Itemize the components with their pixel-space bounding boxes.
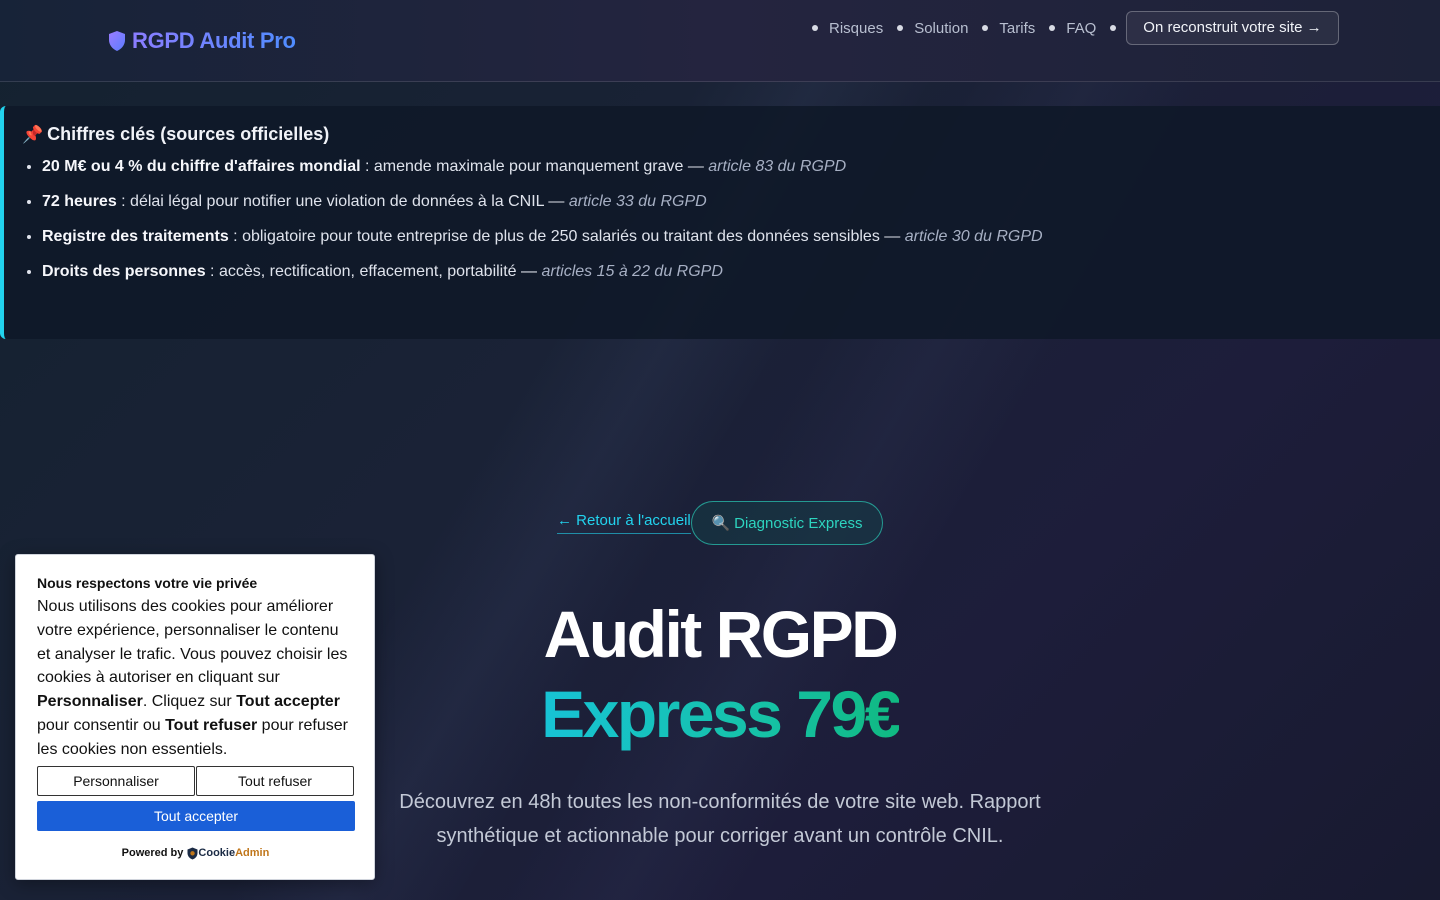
nav-label: Solution: [914, 19, 969, 37]
magnifier-icon: 🔍: [711, 515, 731, 532]
accept-all-button[interactable]: Tout accepter: [37, 800, 355, 831]
site-header: RGPD Audit Pro Risques Solution Tarifs F…: [0, 0, 1440, 82]
list-item: 72 heures : délai légal pour notifier un…: [42, 192, 1440, 212]
brand-part2: Admin: [235, 847, 270, 860]
hero-subtitle: Découvrez en 48h toutes les non-conformi…: [399, 791, 1041, 847]
cookie-button-row: Personnaliser Tout refuser: [37, 765, 354, 796]
cookie-text-part: . Cliquez sur: [142, 693, 237, 711]
figure-text: : obligatoire pour toute entreprise de p…: [228, 228, 905, 245]
cookie-title: Nous respectons votre vie privée: [37, 575, 258, 591]
nav-item-faq[interactable]: FAQ: [1049, 20, 1096, 37]
figure-label: 72 heures: [42, 193, 117, 210]
key-figures-list: 20 M€ ou 4 % du chiffre d'affaires mondi…: [22, 157, 1440, 282]
brand-part1: Cookie: [198, 847, 236, 860]
figure-source: article 30 du RGPD: [904, 228, 1043, 245]
cookie-text-part: pour consentir ou: [37, 716, 166, 734]
figure-text: : amende maximale pour manquement grave …: [360, 158, 709, 175]
reject-all-button[interactable]: Tout refuser: [196, 765, 354, 796]
shield-icon: [109, 31, 125, 51]
diagnostic-express-badge: 🔍 Diagnostic Express: [691, 501, 883, 545]
figure-text: : délai légal pour notifier une violatio…: [116, 193, 569, 210]
cookie-text-bold: Tout accepter: [236, 693, 340, 711]
figure-label: 20 M€ ou 4 % du chiffre d'affaires mondi…: [42, 158, 361, 175]
nav-label: Risques: [829, 19, 884, 37]
figure-source: article 33 du RGPD: [568, 193, 707, 210]
nav-item-tarifs[interactable]: Tarifs: [982, 20, 1035, 37]
cookie-text-bold: Personnaliser: [37, 693, 143, 711]
figure-source: article 83 du RGPD: [708, 158, 847, 175]
rebuild-site-button[interactable]: On reconstruit votre site →: [1126, 11, 1339, 45]
figure-label: Registre des traitements: [42, 228, 229, 245]
cookie-text: Nous utilisons des cookies pour améliore…: [37, 595, 354, 762]
bullet-icon: [1110, 25, 1117, 31]
powered-by: Powered by Cookie Admin: [37, 847, 354, 860]
nav-item-risques[interactable]: Risques: [812, 20, 883, 37]
figure-label: Droits des personnes: [42, 263, 206, 280]
figure-text: : accès, rectification, effacement, port…: [205, 263, 542, 280]
customize-button[interactable]: Personnaliser: [37, 765, 195, 796]
cookieadmin-shield-icon: [187, 847, 198, 860]
list-item: Droits des personnes : accès, rectificat…: [42, 262, 1440, 282]
price-text: Express 79€: [541, 677, 901, 751]
nav-label: FAQ: [1066, 19, 1097, 37]
list-item: Registre des traitements : obligatoire p…: [42, 227, 1440, 247]
bullet-icon: [812, 25, 818, 31]
figure-source: articles 15 à 22 du RGPD: [541, 263, 723, 280]
list-item: 20 M€ ou 4 % du chiffre d'affaires mondi…: [42, 157, 1440, 177]
nav-item-solution[interactable]: Solution: [897, 20, 968, 37]
cookie-text-bold: Tout refuser: [165, 716, 258, 734]
brand-name: RGPD Audit Pro: [132, 28, 296, 53]
key-figures-panel: 📌Chiffres clés (sources officielles) 20 …: [0, 106, 1440, 339]
bullet-icon: [1049, 25, 1056, 31]
cookieadmin-logo[interactable]: Cookie Admin: [187, 847, 269, 860]
cookie-text-part: Nous utilisons des cookies pour améliore…: [37, 598, 348, 687]
nav-label: Tarifs: [999, 19, 1036, 37]
back-to-home-link[interactable]: ← Retour à l'accueil: [557, 512, 691, 534]
heading-text: Chiffres clés (sources officielles): [47, 124, 330, 144]
main-nav: Risques Solution Tarifs FAQ On reconstru…: [812, 11, 1339, 45]
cookie-banner: Nous respectons votre vie privée Nous ut…: [15, 554, 375, 880]
pushpin-icon: 📌: [22, 124, 44, 144]
key-figures-heading: 📌 Chiffres clés (sources officielles): [22, 124, 1440, 145]
bullet-icon: [897, 25, 904, 31]
badge-label: Diagnostic Express: [734, 514, 863, 532]
bullet-icon: [982, 25, 989, 31]
powered-by-text: Powered by: [121, 847, 184, 860]
brand-logo[interactable]: RGPD Audit Pro: [108, 28, 296, 54]
